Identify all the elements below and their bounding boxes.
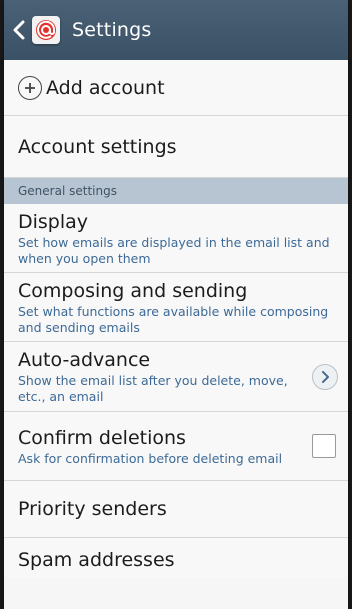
confirm-deletions-checkbox[interactable] <box>312 434 336 458</box>
display-title: Display <box>18 210 89 233</box>
account-settings-item[interactable]: Account settings <box>4 116 348 178</box>
priority-senders-item[interactable]: Priority senders <box>4 481 348 538</box>
confirm-deletions-title: Confirm deletions <box>18 426 186 449</box>
display-item[interactable]: Display Set how emails are displayed in … <box>4 204 348 273</box>
composing-sending-item[interactable]: Composing and sending Set what functions… <box>4 273 348 342</box>
composing-subtitle: Set what functions are available while c… <box>18 303 329 335</box>
account-settings-label: Account settings <box>18 135 177 158</box>
settings-screen: Settings Add account Account settings Ge… <box>4 0 348 609</box>
spam-addresses-item[interactable]: Spam addresses <box>4 538 348 578</box>
add-account-button[interactable]: Add account <box>4 60 348 116</box>
spam-addresses-title: Spam addresses <box>18 549 175 571</box>
auto-advance-item[interactable]: Auto-advance Show the email list after y… <box>4 342 348 412</box>
confirm-deletions-item[interactable]: Confirm deletions Ask for confirmation b… <box>4 412 348 481</box>
app-bar: Settings <box>4 0 348 60</box>
chevron-right-icon[interactable] <box>312 363 338 390</box>
page-title: Settings <box>72 19 152 41</box>
plus-circle-icon <box>18 75 42 100</box>
auto-advance-subtitle: Show the email list after you delete, mo… <box>18 373 288 404</box>
priority-senders-title: Priority senders <box>18 498 167 520</box>
confirm-deletions-subtitle: Ask for confirmation before deleting ema… <box>18 450 283 466</box>
display-subtitle: Set how emails are displayed in the emai… <box>18 234 330 266</box>
general-settings-header: General settings <box>4 178 348 204</box>
chevron-left-icon[interactable] <box>12 18 26 42</box>
auto-advance-title: Auto-advance <box>18 349 151 371</box>
add-account-label: Add account <box>46 76 165 99</box>
email-app-icon[interactable] <box>32 16 60 44</box>
composing-title: Composing and sending <box>18 279 248 302</box>
